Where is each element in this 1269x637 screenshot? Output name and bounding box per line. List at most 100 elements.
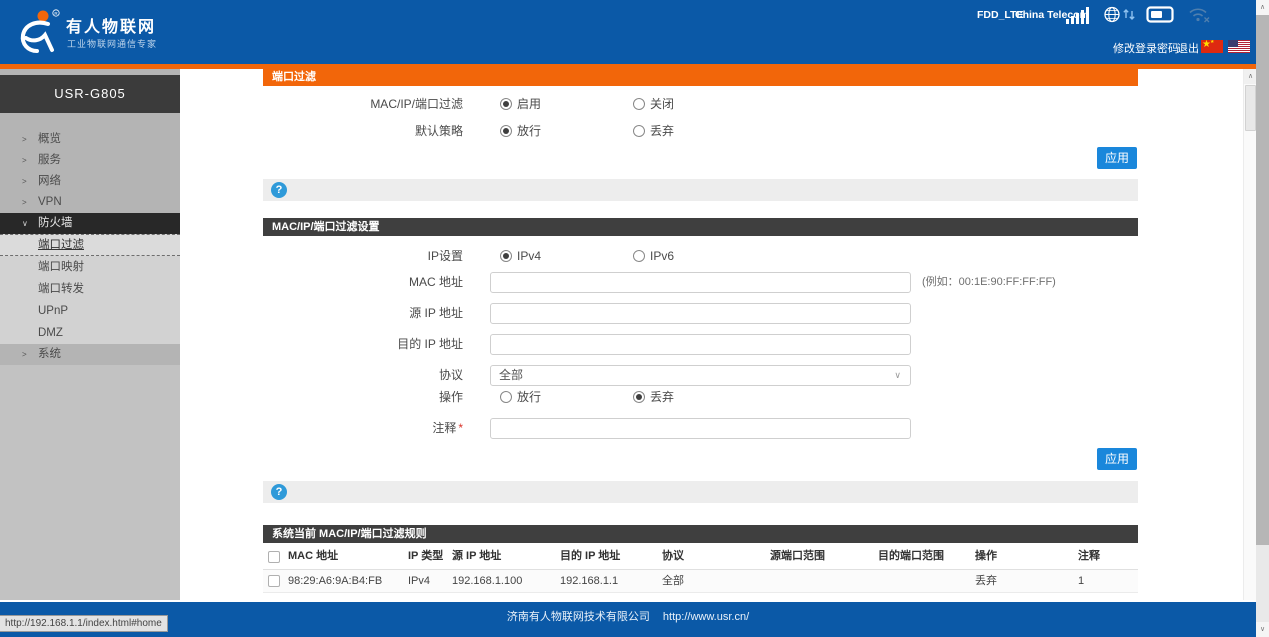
comment-row: 注释* <box>180 418 1180 439</box>
chevron-down-icon: ∨ <box>894 366 901 385</box>
apply-button-1[interactable]: 应用 <box>1097 147 1137 169</box>
apply-button-2[interactable]: 应用 <box>1097 448 1137 470</box>
chevron-down-icon: ∨ <box>22 213 28 234</box>
radio-option-accept[interactable]: 放行 <box>500 387 541 407</box>
radio-checked-icon[interactable] <box>500 98 512 110</box>
help-icon[interactable]: ? <box>271 182 287 198</box>
scroll-up-button[interactable]: ∧ <box>1256 0 1269 15</box>
default-policy-row: 默认策略 放行 丢弃 <box>180 121 1180 141</box>
cell-protocol: 全部 <box>662 570 684 593</box>
protocol-select[interactable]: 全部 ∨ <box>490 365 911 386</box>
source-ip-input[interactable] <box>490 303 911 324</box>
cell-mac: 98:29:A6:9A:B4:FB <box>288 570 382 593</box>
flag-star-small: ★ <box>1210 40 1214 49</box>
chevron-right-icon: > <box>22 171 27 192</box>
sidebar-item-vpn[interactable]: > VPN <box>0 192 180 213</box>
sidebar-item-upnp[interactable]: UPnP <box>0 300 180 322</box>
select-all-checkbox[interactable] <box>268 551 280 563</box>
radio-unchecked-icon[interactable] <box>633 250 645 262</box>
radio-unchecked-icon[interactable] <box>633 125 645 137</box>
radio-option-disable[interactable]: 关闭 <box>633 94 674 114</box>
content-scrollbar-thumb[interactable] <box>1245 85 1256 131</box>
radio-option-enable[interactable]: 启用 <box>500 94 541 114</box>
help-bar-2: ? <box>263 481 1138 503</box>
brand-name: 有人物联网 <box>66 13 156 37</box>
china-flag-icon[interactable]: ★ ★ <box>1201 40 1223 53</box>
chevron-right-icon: > <box>22 129 27 150</box>
cell-src-ip: 192.168.1.100 <box>452 570 522 593</box>
sidebar-item-port-filter[interactable]: 端口过滤 <box>0 234 180 256</box>
sim-card-icon <box>1146 6 1174 23</box>
required-mark: * <box>458 421 463 435</box>
column-header-protocol: 协议 <box>662 543 684 570</box>
footer-url[interactable]: http://www.usr.cn/ <box>663 611 749 623</box>
filter-enable-row: MAC/IP/端口过滤 启用 关闭 <box>180 94 1180 114</box>
browser-status-url: http://192.168.1.1/index.html#home <box>0 615 168 632</box>
sidebar-item-firewall[interactable]: ∨ 防火墙 <box>0 213 180 234</box>
usr-logo-icon: R <box>12 7 62 57</box>
top-header: R 有人物联网 工业物联网通信专家 FDD_LTE China Telecom … <box>0 0 1269 64</box>
brand-tagline: 工业物联网通信专家 <box>67 37 157 50</box>
cell-comment: 1 <box>1078 570 1084 593</box>
section-title-filter-settings: MAC/IP/端口过滤设置 <box>263 218 1138 236</box>
destination-ip-input[interactable] <box>490 334 911 355</box>
us-flag-icon[interactable] <box>1228 40 1250 53</box>
change-password-link[interactable]: 修改登录密码 <box>1113 40 1179 56</box>
footer-company: 济南有人物联网技术有限公司 <box>507 611 650 623</box>
comment-input[interactable] <box>490 418 911 439</box>
field-label: 默认策略 <box>180 121 463 141</box>
column-header-src-ports: 源端口范围 <box>770 543 825 570</box>
row-checkbox[interactable] <box>268 575 280 587</box>
protocol-row: 协议 全部 ∨ <box>180 365 1180 386</box>
sidebar: USR-G805 > 概览 > 服务 > 网络 > VPN ∨ 防火墙 端口过滤… <box>0 69 180 600</box>
content-scrollbar[interactable]: ∧ <box>1243 69 1256 600</box>
field-label: 源 IP 地址 <box>180 303 463 324</box>
field-label: MAC/IP/端口过滤 <box>180 94 463 114</box>
field-label: 注释* <box>180 418 463 439</box>
sidebar-item-port-mapping[interactable]: 端口映射 <box>0 256 180 278</box>
signal-strength-icon <box>1066 5 1092 24</box>
sidebar-menu: > 概览 > 服务 > 网络 > VPN ∨ 防火墙 端口过滤 端口映射 <box>0 129 180 365</box>
field-label: MAC 地址 <box>180 272 463 293</box>
radio-option-ipv4[interactable]: IPv4 <box>500 246 541 266</box>
sidebar-item-system[interactable]: > 系统 <box>0 344 180 365</box>
page-scrollbar[interactable]: ∧ ∨ <box>1256 0 1269 637</box>
page-scrollbar-thumb[interactable] <box>1256 15 1269 545</box>
help-icon[interactable]: ? <box>271 484 287 500</box>
radio-option-drop[interactable]: 丢弃 <box>633 387 674 407</box>
logout-link[interactable]: 退出 <box>1177 40 1199 56</box>
sidebar-item-dmz[interactable]: DMZ <box>0 322 180 344</box>
radio-checked-icon[interactable] <box>633 391 645 403</box>
field-label: IP设置 <box>180 246 463 266</box>
section-title-current-rules: 系统当前 MAC/IP/端口过滤规则 <box>263 525 1138 543</box>
sidebar-item-overview[interactable]: > 概览 <box>0 129 180 150</box>
radio-option-drop[interactable]: 丢弃 <box>633 121 674 141</box>
sidebar-item-port-forwarding[interactable]: 端口转发 <box>0 278 180 300</box>
help-bar-1: ? <box>263 179 1138 201</box>
radio-checked-icon[interactable] <box>500 250 512 262</box>
field-label: 目的 IP 地址 <box>180 334 463 355</box>
chevron-right-icon: > <box>22 344 27 365</box>
field-label: 操作 <box>180 387 463 407</box>
ip-version-row: IP设置 IPv4 IPv6 <box>180 246 1180 266</box>
radio-option-ipv6[interactable]: IPv6 <box>633 246 674 266</box>
cell-ip-type: IPv4 <box>408 570 430 593</box>
action-row: 操作 放行 丢弃 <box>180 387 1180 407</box>
chevron-right-icon: > <box>22 150 27 171</box>
sidebar-item-network[interactable]: > 网络 <box>0 171 180 192</box>
firewall-submenu: 端口过滤 端口映射 端口转发 UPnP DMZ <box>0 234 180 344</box>
column-header-mac: MAC 地址 <box>288 543 338 570</box>
device-model-title: USR-G805 <box>0 75 180 113</box>
field-label: 协议 <box>180 365 463 386</box>
source-ip-row: 源 IP 地址 <box>180 303 1180 324</box>
cell-dst-ip: 192.168.1.1 <box>560 570 618 593</box>
mac-address-input[interactable] <box>490 272 911 293</box>
scroll-down-button[interactable]: ∨ <box>1256 622 1269 637</box>
radio-checked-icon[interactable] <box>500 125 512 137</box>
radio-option-accept[interactable]: 放行 <box>500 121 541 141</box>
column-header-comment: 注释 <box>1078 543 1100 570</box>
radio-unchecked-icon[interactable] <box>633 98 645 110</box>
radio-unchecked-icon[interactable] <box>500 391 512 403</box>
sidebar-item-services[interactable]: > 服务 <box>0 150 180 171</box>
mac-format-hint: (例如：00:1E:90:FF:FF:FF) <box>922 272 1056 293</box>
